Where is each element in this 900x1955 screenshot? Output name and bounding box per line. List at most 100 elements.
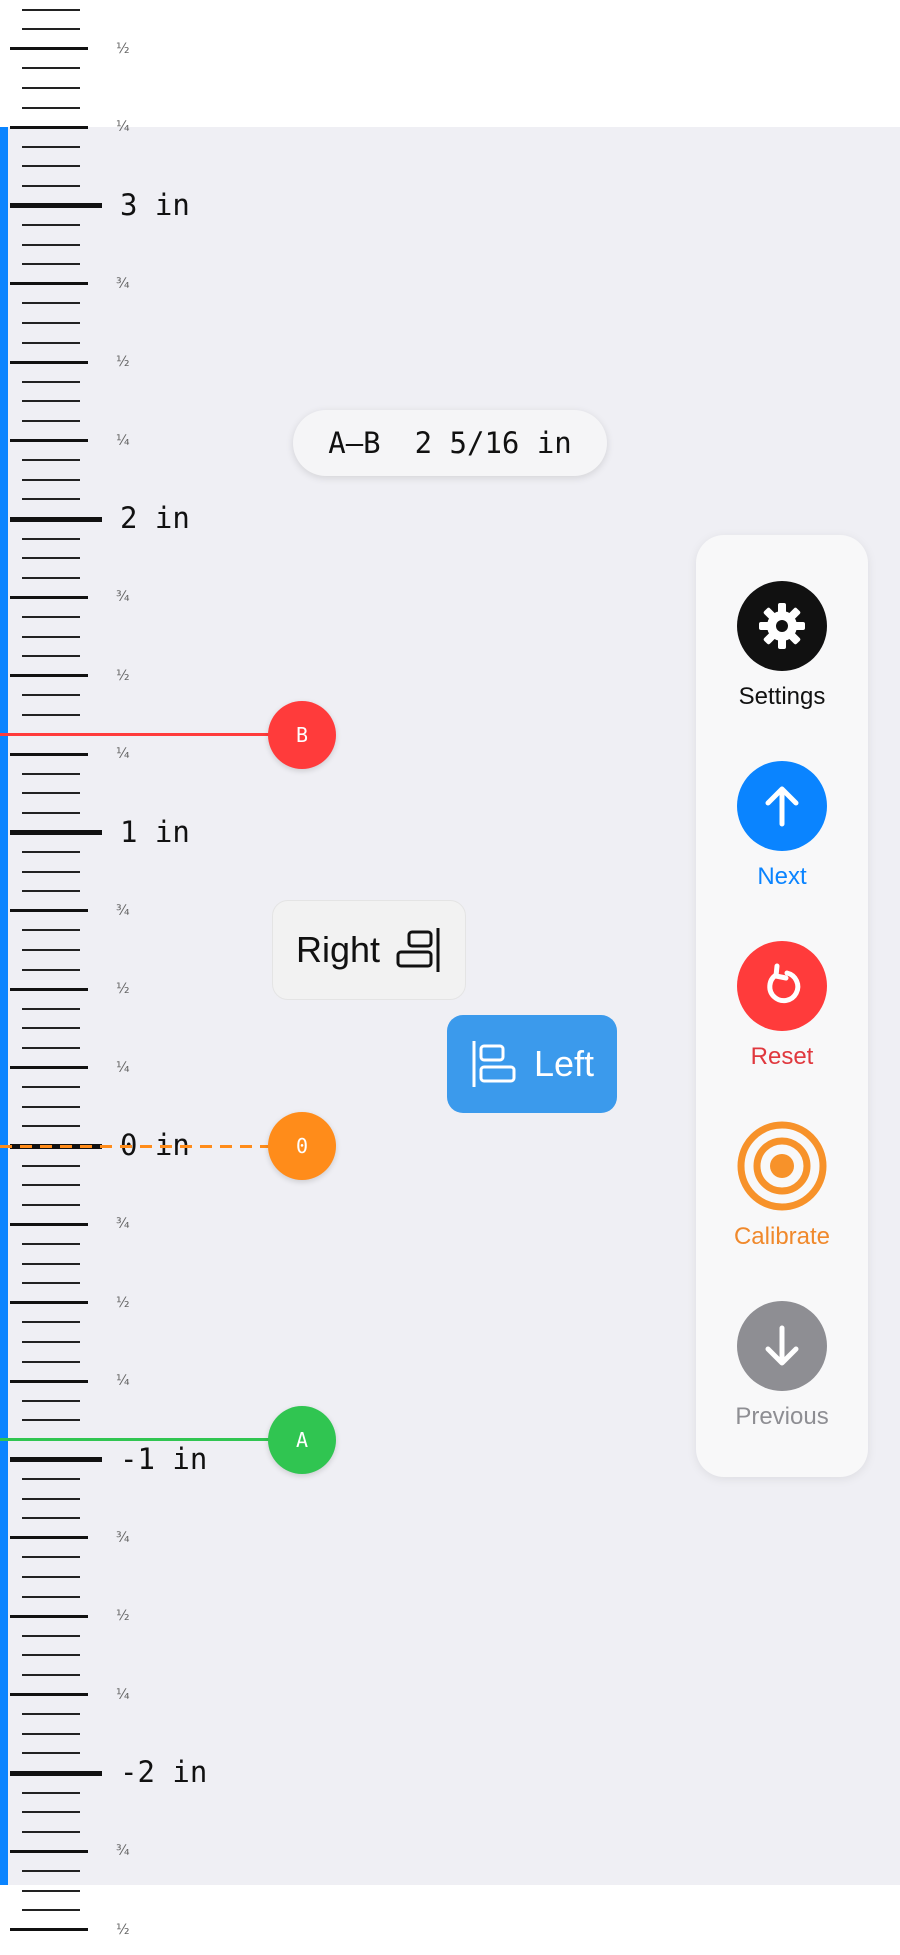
minor-tick bbox=[22, 713, 80, 716]
previous-action[interactable]: Previous bbox=[696, 1301, 868, 1431]
minor-tick bbox=[22, 694, 80, 697]
quarter-tick bbox=[10, 1849, 88, 1853]
reset-label: Reset bbox=[750, 1043, 814, 1070]
arrow-up-icon bbox=[765, 786, 799, 827]
quarter-tick bbox=[10, 1693, 88, 1697]
calibrate-label: Calibrate bbox=[733, 1223, 831, 1250]
fraction-label: ¾ bbox=[116, 1843, 130, 1860]
minor-tick bbox=[22, 86, 80, 89]
quarter-tick bbox=[10, 1928, 88, 1932]
minor-tick bbox=[22, 1321, 80, 1324]
minor-tick bbox=[22, 1752, 80, 1755]
minor-tick bbox=[22, 772, 80, 775]
minor-tick bbox=[22, 1732, 80, 1735]
minor-tick bbox=[22, 67, 80, 70]
measurement-readout: A—B 2 5/16 in bbox=[293, 410, 607, 476]
fraction-label: ¼ bbox=[116, 119, 130, 136]
gear-icon bbox=[759, 603, 805, 649]
minor-tick bbox=[22, 1047, 80, 1050]
active-range-bar bbox=[0, 127, 8, 1885]
settings-button[interactable] bbox=[737, 581, 827, 671]
minor-tick bbox=[22, 1027, 80, 1030]
minor-tick bbox=[22, 1634, 80, 1637]
fraction-label: ¼ bbox=[116, 1059, 130, 1076]
quarter-tick bbox=[10, 674, 88, 678]
quarter-tick bbox=[10, 752, 88, 756]
inch-tick bbox=[10, 1457, 102, 1462]
minor-tick bbox=[22, 1869, 80, 1872]
fraction-label: ¼ bbox=[116, 1373, 130, 1390]
marker-a[interactable]: A bbox=[268, 1405, 336, 1474]
previous-button[interactable] bbox=[737, 1301, 827, 1391]
quarter-tick bbox=[10, 1379, 88, 1383]
minor-tick bbox=[22, 968, 80, 971]
quarter-tick bbox=[10, 125, 88, 129]
minor-tick bbox=[22, 478, 80, 481]
calibrate-button[interactable] bbox=[737, 1121, 827, 1211]
minor-tick bbox=[22, 400, 80, 403]
minor-tick bbox=[22, 1360, 80, 1363]
minor-tick bbox=[22, 1830, 80, 1833]
inch-label: 2 in bbox=[120, 501, 190, 535]
minor-tick bbox=[22, 870, 80, 873]
minor-tick bbox=[22, 165, 80, 168]
inch-tick bbox=[10, 203, 102, 208]
minor-tick bbox=[22, 1674, 80, 1677]
quarter-tick bbox=[10, 1301, 88, 1305]
minor-tick bbox=[22, 1576, 80, 1579]
minor-tick bbox=[22, 243, 80, 246]
settings-action[interactable]: Settings bbox=[696, 581, 868, 711]
minor-tick bbox=[22, 1399, 80, 1402]
minor-tick bbox=[22, 851, 80, 854]
minor-tick bbox=[22, 145, 80, 148]
fraction-label: ½ bbox=[116, 1608, 130, 1625]
minor-tick bbox=[22, 1203, 80, 1206]
align-left-button[interactable]: Left bbox=[447, 1015, 617, 1113]
quarter-tick bbox=[10, 439, 88, 443]
fraction-label: ¾ bbox=[116, 589, 130, 606]
minor-tick bbox=[22, 1654, 80, 1657]
measurement-name: A—B bbox=[328, 426, 381, 460]
quarter-tick bbox=[10, 1066, 88, 1070]
minor-tick bbox=[22, 811, 80, 814]
reset-button[interactable] bbox=[737, 941, 827, 1031]
minor-tick bbox=[22, 106, 80, 109]
fraction-label: ½ bbox=[116, 667, 130, 684]
fraction-label: ¾ bbox=[116, 1529, 130, 1546]
next-label: Next bbox=[757, 863, 807, 890]
minor-tick bbox=[22, 949, 80, 952]
align-right-label: Right bbox=[295, 929, 381, 970]
marker-a-line bbox=[0, 1438, 300, 1442]
minor-tick bbox=[22, 322, 80, 325]
minor-tick bbox=[22, 1105, 80, 1108]
next-button[interactable] bbox=[737, 761, 827, 851]
minor-tick bbox=[22, 1125, 80, 1128]
minor-tick bbox=[22, 1517, 80, 1520]
minor-tick bbox=[22, 635, 80, 638]
marker-b[interactable]: B bbox=[268, 700, 336, 769]
quarter-tick bbox=[10, 1536, 88, 1540]
minor-tick bbox=[22, 792, 80, 795]
fraction-label: ½ bbox=[116, 1921, 130, 1938]
target-icon bbox=[737, 1121, 827, 1211]
minor-tick bbox=[22, 1791, 80, 1794]
inch-tick bbox=[10, 1770, 102, 1776]
reset-action[interactable]: Reset bbox=[696, 941, 868, 1071]
marker-zero[interactable]: 0 bbox=[268, 1112, 336, 1180]
reset-icon bbox=[767, 963, 801, 1004]
minor-tick bbox=[22, 557, 80, 560]
minor-tick bbox=[22, 341, 80, 344]
settings-label: Settings bbox=[738, 683, 826, 710]
calibrate-action[interactable]: Calibrate bbox=[696, 1121, 868, 1251]
align-right-icon bbox=[396, 928, 440, 972]
minor-tick bbox=[22, 1164, 80, 1167]
quarter-tick bbox=[10, 595, 88, 599]
next-action[interactable]: Next bbox=[696, 761, 868, 891]
minor-tick bbox=[22, 224, 80, 227]
minor-tick bbox=[22, 263, 80, 266]
minor-tick bbox=[22, 576, 80, 579]
minor-tick bbox=[22, 1713, 80, 1716]
minor-tick bbox=[22, 1184, 80, 1187]
align-right-button[interactable]: Right bbox=[272, 900, 466, 1000]
fraction-label: ½ bbox=[116, 981, 130, 998]
